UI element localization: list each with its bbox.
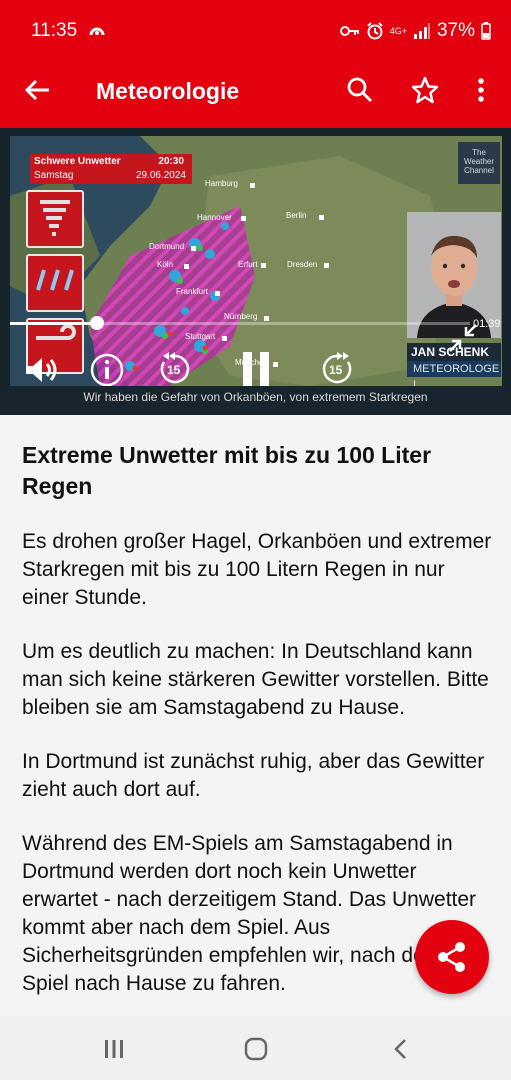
page-title: Meteorologie [96,78,240,104]
app-notification-icon [89,27,105,36]
article-body: Extreme Unwetter mit bis zu 100 Liter Re… [22,440,492,998]
logo-line-3: Channel [464,166,494,175]
article-headline: Extreme Unwetter mit bis zu 100 Liter Re… [22,442,432,499]
video-caption: Wir haben die Gefahr von Orkanböen, von … [0,386,511,415]
overflow-menu-button[interactable] [463,72,499,108]
article-paragraph: In Dortmund ist zunächst ruhig, aber das… [22,750,485,801]
favorite-button[interactable] [407,72,443,108]
home-icon [244,1037,268,1061]
channel-logo: The Weather Channel [458,142,500,184]
city-nuernberg: Nürnberg [224,312,257,321]
fullscreen-exit-button[interactable] [446,321,480,355]
battery-percent: 37% [436,20,475,41]
city-dortmund: Dortmund [149,242,184,251]
back-chevron-icon [394,1039,406,1059]
status-bar: 11:35 4G+ 37% [0,0,511,54]
forward-seconds: 15 [329,363,343,377]
share-button[interactable] [415,920,489,994]
video-player[interactable]: Hamburg Hannover Berlin Dortmund Köln Er… [0,128,511,415]
more-vert-icon [478,78,484,102]
rewind-seconds: 15 [167,363,181,377]
city-stuttgart: Stuttgart [185,332,216,341]
forward-button[interactable]: 15 [318,350,356,388]
city-koeln: Köln [157,260,173,269]
info-icon [90,353,124,387]
pause-button[interactable] [238,350,274,388]
home-button[interactable] [241,1036,271,1062]
signal-icon [413,23,430,39]
city-erfurt: Erfurt [238,260,258,269]
tornado-icon [26,190,84,248]
system-nav-bar [0,1016,511,1080]
volume-button[interactable] [22,354,62,386]
system-back-button[interactable] [385,1036,415,1062]
arrow-left-icon [25,79,49,101]
star-outline-icon [411,76,439,104]
presenter-role: METEOROLOGE I [407,361,501,391]
heavy-rain-icon [26,254,84,312]
alarm-icon [366,22,383,40]
city-dresden: Dresden [287,260,317,269]
search-icon [347,77,373,103]
battery-icon [481,22,491,40]
app-bar: Meteorologie [0,54,511,128]
network-type: 4G+ [389,25,407,36]
warning-time: 20:30 [158,156,184,167]
share-icon [438,942,465,972]
progress-fill [10,322,98,325]
search-button[interactable] [342,72,378,108]
volume-icon [26,358,57,382]
city-frankfurt: Frankfurt [176,287,209,296]
warning-banner: Schwere Unwetter 20:30 Samstag 29.06.202… [30,154,192,184]
info-button[interactable] [89,352,125,388]
warning-date: 29.06.2024 [135,170,186,181]
warning-title: Schwere Unwetter [34,156,121,167]
city-hamburg: Hamburg [205,179,238,188]
city-hannover: Hannover [197,213,232,222]
pause-icon [243,352,269,386]
warning-day: Samstag [34,170,74,181]
recents-icon [105,1040,123,1058]
recents-button[interactable] [99,1036,129,1062]
logo-line-1: The [472,148,486,157]
article-paragraph: Um es deutlich zu machen: In Deutschland… [22,640,489,719]
progress-track[interactable] [10,322,470,325]
fullscreen-exit-icon [449,324,477,352]
status-time: 11:35 [31,20,78,41]
rewind-button[interactable]: 15 [156,350,194,388]
article-paragraph: Es drohen großer Hagel, Orkanböen und ex… [22,530,492,609]
back-button[interactable] [20,72,56,108]
city-berlin: Berlin [286,211,306,220]
logo-line-2: Weather [463,157,495,166]
vpn-key-icon [339,26,359,36]
